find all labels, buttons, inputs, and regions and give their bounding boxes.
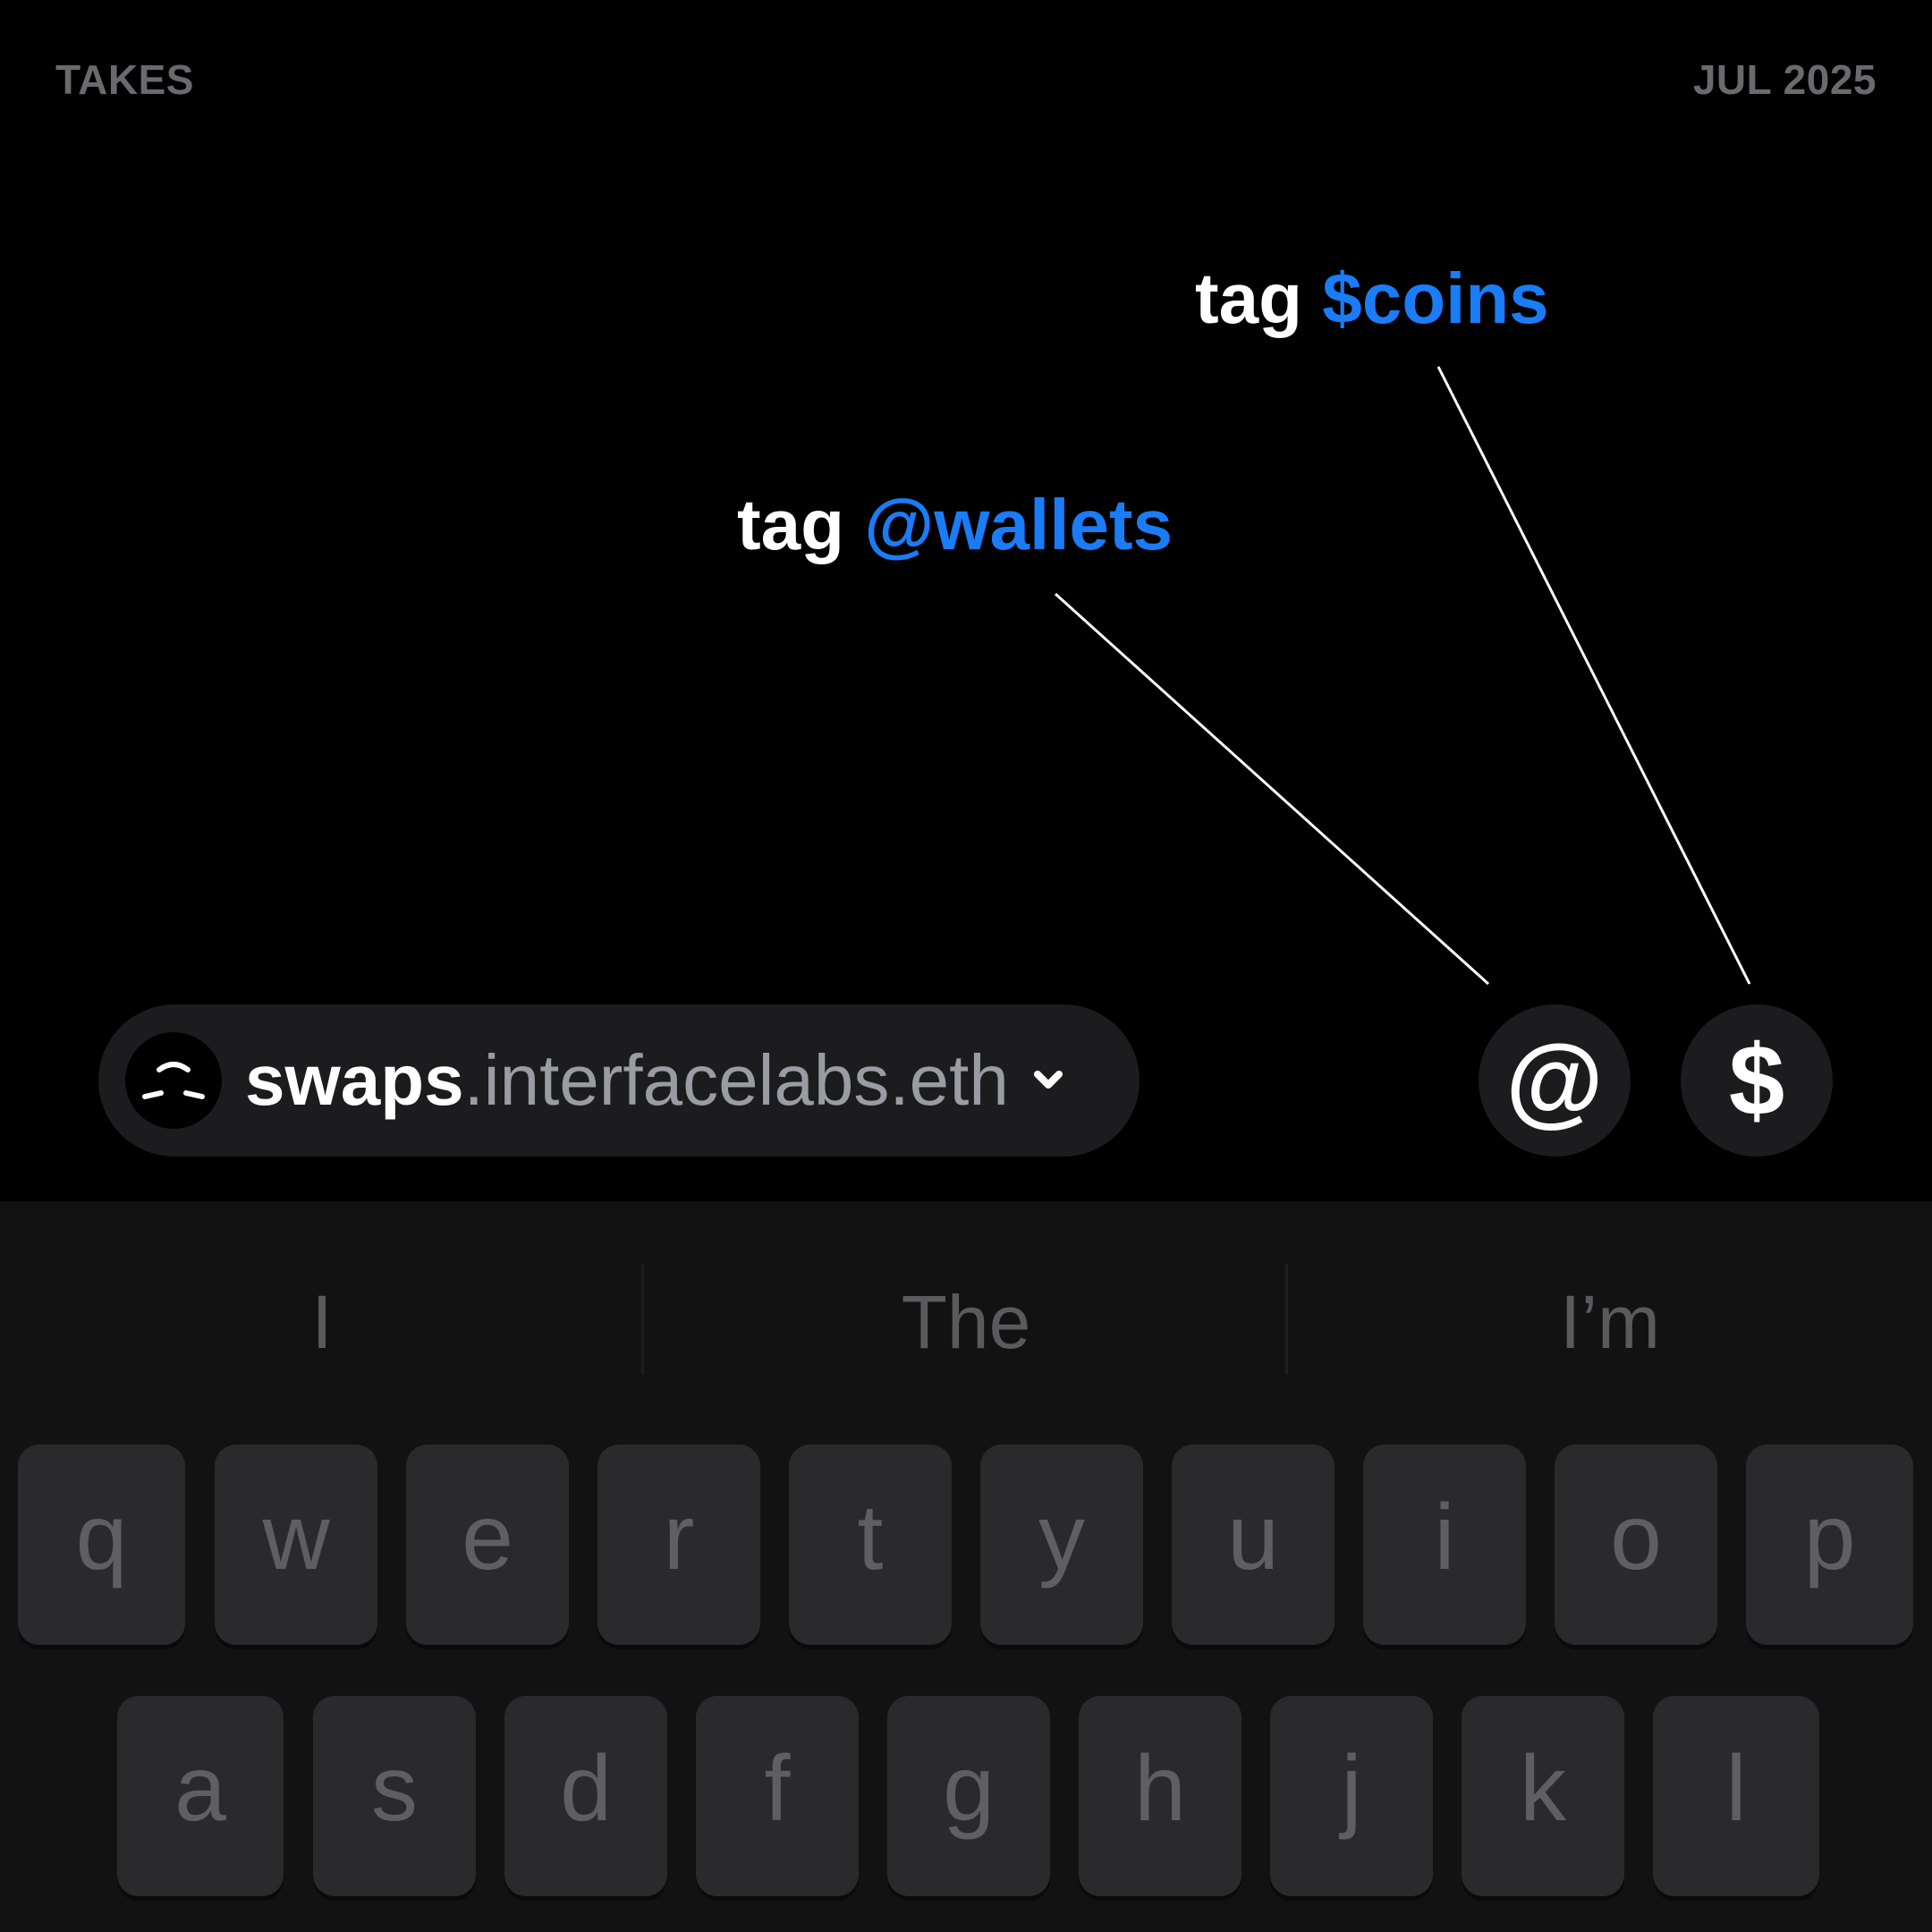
- key-p[interactable]: p: [1746, 1445, 1913, 1645]
- key-j[interactable]: j: [1270, 1696, 1433, 1896]
- key-e[interactable]: e: [406, 1445, 569, 1645]
- suggestion-item[interactable]: I’m: [1288, 1264, 1932, 1380]
- account-name: swaps.interfacelabs.eth: [245, 1039, 1009, 1122]
- suggestion-item[interactable]: The: [644, 1264, 1288, 1380]
- key-h[interactable]: h: [1079, 1696, 1241, 1896]
- account-selector[interactable]: swaps.interfacelabs.eth: [98, 1004, 1140, 1157]
- key-g[interactable]: g: [887, 1696, 1050, 1896]
- key-i[interactable]: i: [1363, 1445, 1526, 1645]
- key-s[interactable]: s: [313, 1696, 476, 1896]
- key-q[interactable]: q: [18, 1445, 185, 1645]
- smile-face-icon: [125, 1032, 222, 1129]
- suggestion-bar: I The I’m: [0, 1201, 1932, 1443]
- chevron-down-icon: [1030, 1067, 1066, 1094]
- leader-line-coins: [1436, 366, 1751, 985]
- key-w[interactable]: w: [215, 1445, 377, 1645]
- key-r[interactable]: r: [597, 1445, 760, 1645]
- key-o[interactable]: o: [1555, 1445, 1717, 1645]
- key-u[interactable]: u: [1172, 1445, 1335, 1645]
- key-t[interactable]: t: [789, 1445, 952, 1645]
- tag-coin-button[interactable]: $: [1681, 1004, 1833, 1157]
- key-y[interactable]: y: [980, 1445, 1143, 1645]
- suggestion-item[interactable]: I: [0, 1264, 644, 1380]
- key-a[interactable]: a: [117, 1696, 284, 1896]
- leader-line-wallets: [1054, 592, 1490, 986]
- keyboard: I The I’m q w e r t y u i o p a s d f g …: [0, 1201, 1932, 1932]
- key-f[interactable]: f: [696, 1696, 859, 1896]
- key-k[interactable]: k: [1462, 1696, 1624, 1896]
- key-l[interactable]: l: [1653, 1696, 1819, 1896]
- account-domain: .interfacelabs.eth: [463, 1040, 1009, 1120]
- key-d[interactable]: d: [504, 1696, 667, 1896]
- account-username: swaps: [245, 1040, 464, 1120]
- at-sign-icon: @: [1505, 1024, 1604, 1136]
- tag-wallet-button[interactable]: @: [1479, 1004, 1631, 1157]
- dollar-sign-icon: $: [1728, 1024, 1785, 1136]
